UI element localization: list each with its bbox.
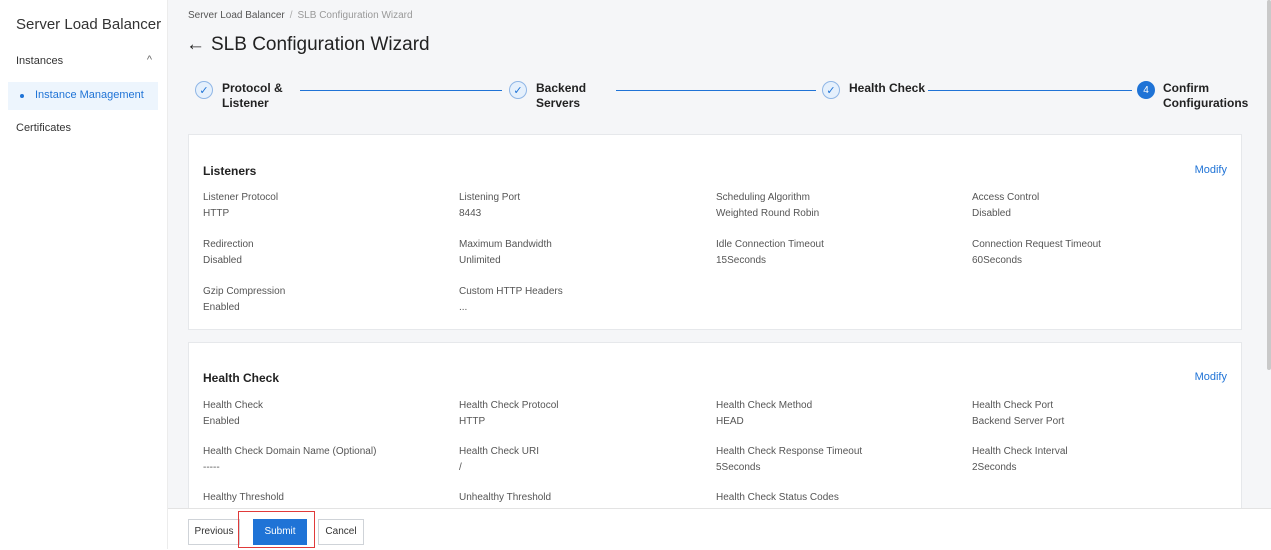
field-health-check-port: Health Check Port Backend Server Port: [972, 400, 1065, 427]
step-connector: [616, 90, 816, 91]
footer-bar: Previous Submit Cancel: [168, 508, 1271, 550]
field-healthy-threshold: Healthy Threshold: [203, 492, 284, 503]
field-unhealthy-threshold: Unhealthy Threshold: [459, 492, 552, 503]
breadcrumb-separator: /: [289, 10, 293, 21]
health-check-title: Health Check: [203, 371, 280, 385]
step-1-check-icon: ✓: [195, 81, 213, 99]
sidebar: Server Load Balancer Instances ^ Instanc…: [0, 0, 168, 549]
field-health-check-uri: Health Check URI /: [459, 446, 540, 473]
health-check-card: Health Check Modify Health Check Enabled …: [188, 342, 1242, 522]
field-connection-request-timeout: Connection Request Timeout 60Seconds: [972, 239, 1101, 266]
breadcrumb: Server Load Balancer / SLB Configuration W…: [188, 10, 413, 21]
field-maximum-bandwidth: Maximum Bandwidth Unlimited: [459, 239, 552, 266]
step-4-number-icon: 4: [1137, 81, 1155, 99]
listeners-modify-link[interactable]: Modify: [1195, 164, 1227, 176]
previous-button[interactable]: Previous: [188, 519, 240, 545]
back-arrow-icon[interactable]: ←: [186, 34, 205, 55]
field-health-check-interval: Health Check Interval 2Seconds: [972, 446, 1068, 473]
cancel-button[interactable]: Cancel: [318, 519, 364, 545]
sidebar-item-certificates[interactable]: Certificates: [16, 122, 71, 134]
main-content: Server Load Balancer / SLB Configuration W…: [168, 0, 1271, 550]
submit-highlight-box: [238, 511, 315, 548]
bullet-icon: [20, 94, 24, 98]
page-title: ← SLB Configuration Wizard: [186, 34, 430, 56]
field-listening-port: Listening Port 8443: [459, 192, 521, 219]
page-title-text: SLB Configuration Wizard: [211, 34, 430, 55]
sidebar-title: Server Load Balancer: [16, 16, 162, 33]
listeners-title: Listeners: [203, 164, 257, 178]
sidebar-item-instance-management[interactable]: Instance Management: [8, 82, 158, 110]
breadcrumb-current: SLB Configuration Wizard: [297, 10, 413, 21]
field-redirection: Redirection Disabled: [203, 239, 254, 266]
field-gzip-compression: Gzip Compression Enabled: [203, 286, 286, 313]
field-health-check: Health Check Enabled: [203, 400, 264, 427]
field-scheduling-algorithm: Scheduling Algorithm Weighted Round Robin: [716, 192, 820, 219]
step-1-label: Protocol & Listener: [222, 81, 283, 110]
step-3-check-icon: ✓: [822, 81, 840, 99]
field-custom-http-headers: Custom HTTP Headers...: [459, 286, 563, 313]
step-connector: [928, 90, 1132, 91]
field-idle-connection-timeout: Idle Connection Timeout 15Seconds: [716, 239, 824, 266]
step-3-label: Health Check: [849, 81, 926, 95]
field-health-check-protocol: Health Check Protocol HTTP: [459, 400, 559, 427]
field-health-check-status-codes: Health Check Status Codes: [716, 492, 839, 503]
breadcrumb-root[interactable]: Server Load Balancer: [188, 10, 285, 21]
step-2-check-icon: ✓: [509, 81, 527, 99]
field-health-check-method: Health Check Method HEAD: [716, 400, 813, 427]
health-check-modify-link[interactable]: Modify: [1195, 371, 1227, 383]
listeners-card: Listeners Modify Listener Protocol HTTP L…: [188, 134, 1242, 330]
step-2-label: Backend Servers: [536, 81, 587, 110]
step-4-label: Confirm Configurations: [1163, 81, 1249, 110]
sidebar-group-label: Instances: [16, 55, 64, 67]
field-health-check-domain-name: Health Check Domain Name (Optional) -----: [203, 446, 377, 473]
step-connector: [300, 90, 502, 91]
sidebar-item-label: Instance Management: [35, 89, 144, 101]
sidebar-group-instances[interactable]: Instances ^: [16, 54, 152, 71]
field-listener-protocol: Listener Protocol HTTP: [203, 192, 279, 219]
field-health-check-response-timeout: Health Check Response Timeout 5Seconds: [716, 446, 863, 473]
wizard-steps: ✓ Protocol & Listener ✓ Backend Servers ✓ …: [168, 80, 1271, 124]
field-access-control: Access Control Disabled: [972, 192, 1040, 219]
scrollbar[interactable]: [1267, 0, 1271, 370]
chevron-up-icon[interactable]: ^: [147, 54, 152, 66]
